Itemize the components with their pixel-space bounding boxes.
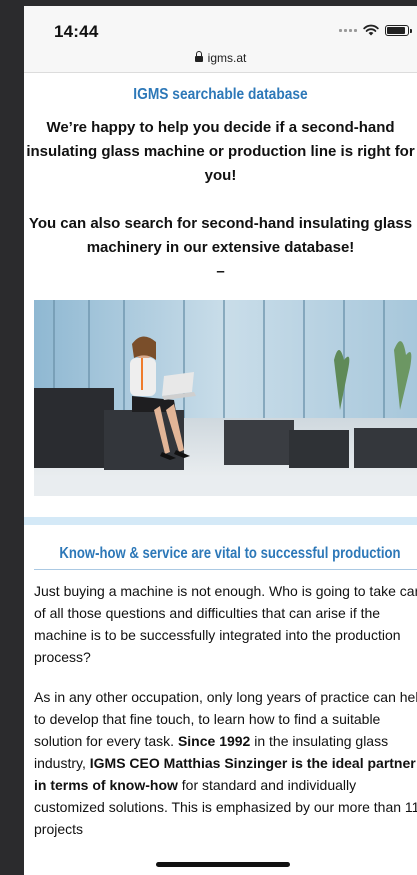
home-indicator[interactable] <box>156 862 290 867</box>
address-bar[interactable]: igms.at <box>24 44 417 73</box>
intro-block: We’re happy to help you decide if a seco… <box>24 116 417 284</box>
paragraph-2: As in any other occupation, only long ye… <box>34 686 417 840</box>
battery-icon <box>385 24 412 36</box>
section-heading-knowhow: Know-how & service are vital to successf… <box>24 545 417 563</box>
knowhow-title: Know-how & service are vital to successf… <box>59 545 401 562</box>
database-title: IGMS searchable database <box>133 86 308 103</box>
office-lobby-photo <box>34 300 417 496</box>
wifi-icon <box>363 24 379 36</box>
intro-text-1: We’re happy to help you decide if a seco… <box>26 119 415 184</box>
title-underline <box>34 569 417 570</box>
section-divider <box>24 517 417 525</box>
paragraph-1: Just buying a machine is not enough. Who… <box>34 583 417 665</box>
hero-image <box>34 300 417 496</box>
status-time: 14:44 <box>54 22 99 41</box>
knowhow-body: Just buying a machine is not enough. Who… <box>34 580 417 858</box>
cellular-signal-icon <box>339 28 357 32</box>
since-1992-highlight: Since 1992 <box>177 733 251 749</box>
status-icons <box>339 24 412 36</box>
section-heading-database: IGMS searchable database <box>24 86 417 104</box>
url-text: igms.at <box>207 51 247 65</box>
intro-text-2: You can also search for second-hand insu… <box>28 215 413 256</box>
intro-dash: – <box>216 263 225 280</box>
lock-icon <box>194 50 203 64</box>
phone-screen: 14:44 igms.at IGMS searchable database W… <box>24 6 417 875</box>
